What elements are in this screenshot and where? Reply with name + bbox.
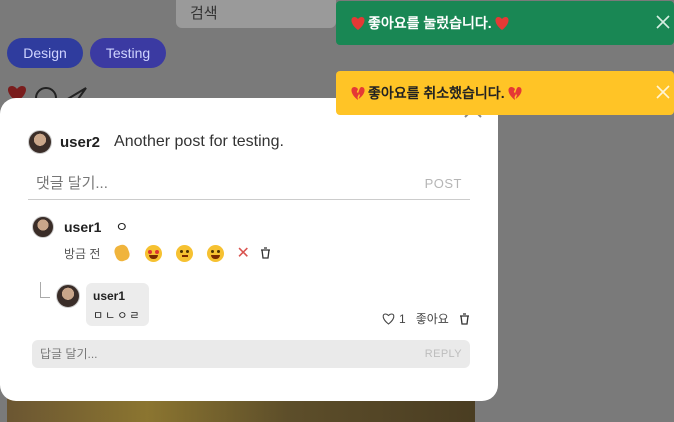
heart-eyes-face-icon[interactable] — [144, 244, 162, 262]
broken-heart-icon — [508, 87, 522, 100]
heart-outline-icon[interactable] — [382, 312, 395, 325]
trash-icon[interactable] — [459, 312, 470, 325]
post-caption: Another post for testing. — [114, 133, 284, 150]
post-button[interactable]: POST — [425, 176, 462, 191]
reply-connector — [40, 282, 50, 298]
tag-testing: Testing — [90, 38, 166, 68]
like-button[interactable]: 좋아요 — [416, 310, 449, 327]
red-heart-icon — [351, 17, 365, 30]
reply-username[interactable]: user1 — [93, 289, 142, 303]
search-field: 검색 — [176, 0, 336, 28]
like-count: 1 — [399, 311, 406, 326]
reply-input[interactable] — [40, 347, 400, 361]
reply-bubble: user1 ㅁㄴㅇㄹ — [86, 283, 149, 326]
comment-text: ㅇ — [115, 219, 129, 235]
close-icon[interactable] — [654, 83, 672, 101]
toast-liked: 좋아요를 눌렀습니다. — [336, 1, 674, 45]
thinking-face-icon[interactable] — [175, 244, 193, 262]
post-username[interactable]: user2 — [60, 134, 100, 151]
avatar[interactable] — [56, 284, 80, 308]
post-header: user2 Another post for testing. — [28, 130, 284, 154]
avatar[interactable] — [32, 216, 54, 238]
reply-button[interactable]: REPLY — [425, 348, 462, 360]
tag-design: Design — [7, 38, 83, 68]
comment-item: user1 ㅇ — [32, 216, 128, 238]
comment-input[interactable] — [36, 175, 396, 192]
reply-actions: 1 좋아요 — [382, 310, 470, 327]
toast-unliked: 좋아요를 취소했습니다. — [336, 71, 674, 115]
comments-modal: user2 Another post for testing. POST use… — [0, 98, 498, 401]
close-icon[interactable] — [654, 13, 672, 31]
toast-message: 좋아요를 눌렀습니다. — [368, 15, 492, 31]
clapping-hands-icon[interactable] — [113, 243, 132, 263]
laughing-face-icon[interactable] — [206, 244, 224, 262]
trash-icon[interactable] — [260, 247, 271, 259]
reply-form: REPLY — [32, 340, 470, 368]
comment-form: POST — [28, 168, 470, 200]
broken-heart-icon — [351, 87, 365, 100]
comment-meta: 방금 전 ✕ — [32, 243, 271, 263]
toast-message: 좋아요를 취소했습니다. — [368, 85, 505, 101]
avatar[interactable] — [28, 130, 52, 154]
red-heart-icon — [495, 17, 509, 30]
comment-time: 방금 전 — [64, 246, 101, 261]
reply-text: ㅁㄴㅇㄹ — [93, 310, 142, 322]
close-icon[interactable]: ✕ — [236, 243, 249, 263]
comment-username[interactable]: user1 — [64, 219, 101, 235]
